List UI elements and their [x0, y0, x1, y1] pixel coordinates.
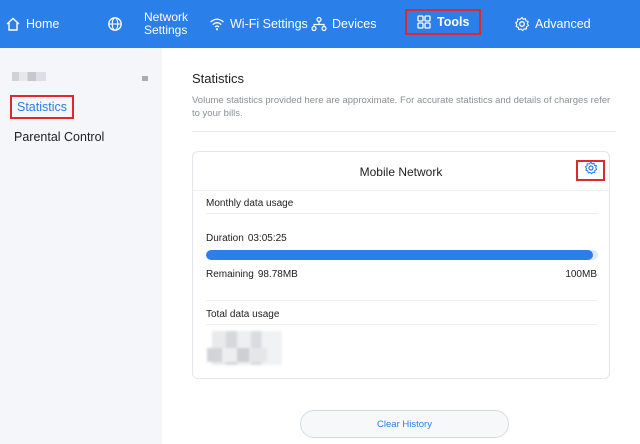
remaining-label: Remaining [206, 269, 254, 280]
top-navigation: Home Network Settings Wi-Fi Settings Dev… [0, 0, 640, 48]
data-cap-value: 100MB [565, 269, 597, 280]
settings-button[interactable] [576, 160, 605, 181]
nav-wifi-settings[interactable]: Wi-Fi Settings [208, 0, 308, 48]
nav-home-label: Home [26, 17, 60, 31]
mobile-network-card: Mobile Network Monthly data usage Durati… [192, 151, 610, 379]
divider [192, 131, 616, 132]
sidebar-item-parental-control[interactable]: Parental Control [14, 130, 104, 144]
nav-tools-label: Tools [437, 15, 470, 29]
duration-row: Duration 03:05:25 [206, 233, 287, 244]
divider [206, 300, 598, 301]
nav-devices[interactable]: Devices [310, 0, 376, 48]
duration-value: 03:05:25 [247, 233, 287, 244]
divider [206, 324, 598, 325]
remaining-value: 98.78MB [257, 269, 298, 280]
nav-home[interactable]: Home [4, 0, 59, 48]
devices-icon [310, 15, 328, 33]
clear-history-button[interactable]: Clear History [300, 410, 509, 438]
nav-network-settings-label: Network Settings [144, 10, 189, 37]
home-icon [4, 15, 22, 33]
divider [193, 190, 609, 191]
total-usage-label: Total data usage [206, 309, 280, 320]
globe-icon [106, 15, 124, 33]
tools-grid-icon [415, 13, 433, 31]
nav-network-icon-item[interactable] [106, 0, 128, 48]
nav-devices-label: Devices [332, 17, 377, 31]
gear-icon [584, 161, 598, 180]
nav-tools[interactable]: Tools [405, 9, 482, 35]
page-title: Statistics [192, 71, 245, 86]
wifi-icon [208, 15, 226, 33]
redacted-sidebar-heading [12, 72, 46, 81]
sidebar: Statistics Parental Control [0, 48, 162, 444]
usage-progress-bar [206, 250, 598, 260]
duration-label: Duration [206, 233, 244, 244]
usage-progress-fill [206, 250, 594, 260]
divider [206, 213, 598, 214]
monthly-usage-label: Monthly data usage [206, 198, 294, 209]
page-description: Volume statistics provided here are appr… [192, 95, 611, 119]
nav-network-settings[interactable]: Network Settings [144, 0, 190, 48]
sidebar-item-statistics[interactable]: Statistics [10, 95, 75, 119]
nav-wifi-settings-label: Wi-Fi Settings [230, 17, 308, 31]
remaining-row: Remaining 98.78MB [206, 269, 298, 280]
nav-advanced-label: Advanced [535, 17, 591, 31]
redacted-sidebar-mark [142, 76, 148, 81]
card-title: Mobile Network [359, 165, 443, 179]
gear-icon [513, 15, 531, 33]
nav-advanced[interactable]: Advanced [513, 0, 591, 48]
redacted-total-usage-detail [207, 348, 267, 362]
